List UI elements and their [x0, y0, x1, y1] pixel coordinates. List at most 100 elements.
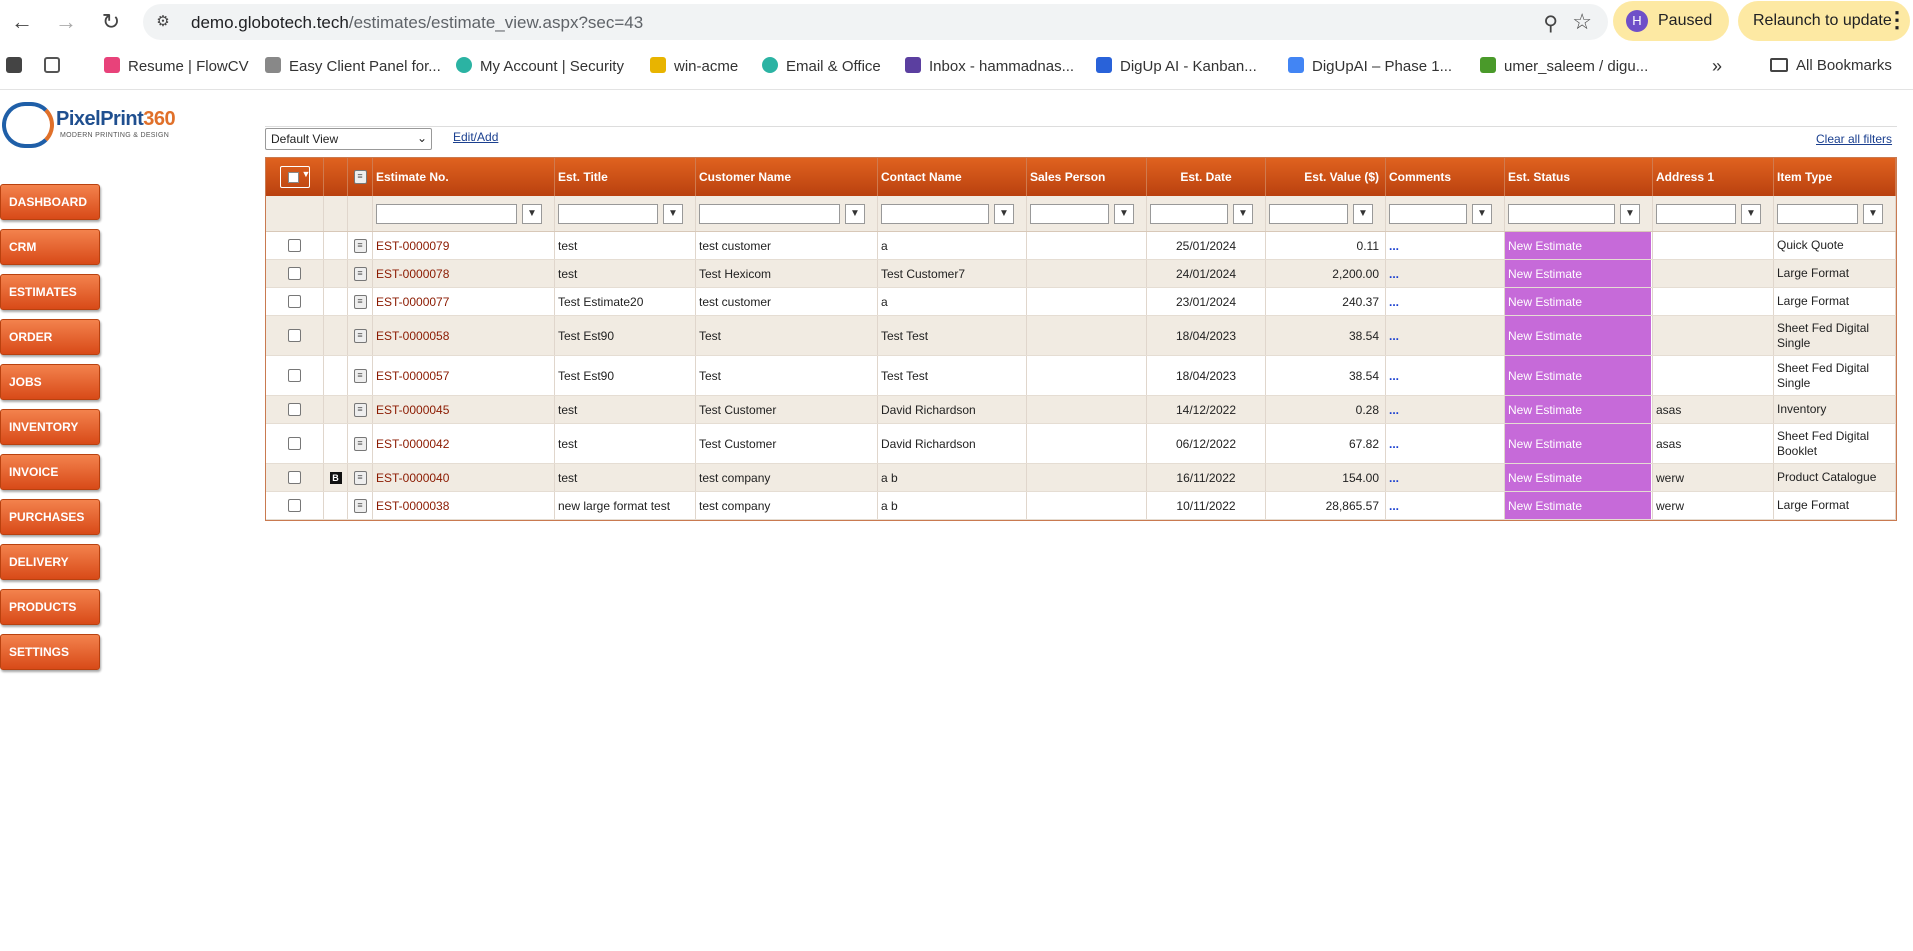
column-header-contact-name[interactable]: Contact Name	[881, 170, 962, 184]
filter-input-address-1[interactable]	[1656, 204, 1736, 224]
profile-button[interactable]: H Paused	[1613, 1, 1729, 41]
zoom-icon[interactable]: ⚲	[1543, 11, 1558, 36]
site-info-icon[interactable]: ⚙	[153, 12, 173, 32]
table-row[interactable]: ≡ EST-0000042 test Test Customer David Richa…	[266, 424, 1896, 464]
filter-icon[interactable]: ▼	[1472, 204, 1492, 224]
select-all-dropdown[interactable]: ▼	[279, 166, 310, 188]
reload-icon[interactable]: ↻	[97, 8, 125, 36]
estimate-link[interactable]: EST-0000079	[376, 239, 449, 253]
filter-icon[interactable]: ▼	[1741, 204, 1761, 224]
comments-link[interactable]: ...	[1389, 369, 1399, 383]
company-logo[interactable]: PixelPrint360 MODERN PRINTING & DESIGN	[2, 102, 178, 148]
clear-filters-link[interactable]: Clear all filters	[1816, 132, 1892, 146]
bookmark-security[interactable]: My Account | Security	[456, 57, 624, 75]
filter-icon[interactable]: ▼	[1353, 204, 1373, 224]
filter-icon[interactable]: ▼	[663, 204, 683, 224]
document-icon[interactable]: ≡	[353, 266, 367, 281]
bookmark-digup-kanban[interactable]: DigUp AI - Kanban...	[1096, 57, 1257, 75]
address-bar[interactable]: ⚙ demo.globotech.tech/estimates/estimate…	[143, 4, 1608, 40]
table-row[interactable]: ≡ EST-0000077 Test Estimate20 test customer…	[266, 288, 1896, 316]
row-checkbox[interactable]	[288, 471, 301, 484]
filter-icon[interactable]: ▼	[1233, 204, 1253, 224]
filter-input-est-title[interactable]	[558, 204, 658, 224]
filter-icon[interactable]: ▼	[1620, 204, 1640, 224]
estimate-link[interactable]: EST-0000077	[376, 295, 449, 309]
bookmark-email-office[interactable]: Email & Office	[762, 57, 881, 75]
nav-crm[interactable]: CRM	[0, 229, 100, 265]
filter-input-comments[interactable]	[1389, 204, 1467, 224]
bookmark-inbox[interactable]: Inbox - hammadnas...	[905, 57, 1074, 75]
estimate-link[interactable]: EST-0000042	[376, 437, 449, 451]
comments-link[interactable]: ...	[1389, 267, 1399, 281]
comments-link[interactable]: ...	[1389, 329, 1399, 343]
row-checkbox[interactable]	[288, 437, 301, 450]
estimate-link[interactable]: EST-0000058	[376, 329, 449, 343]
filter-input-contact-name[interactable]	[881, 204, 989, 224]
nav-products[interactable]: PRODUCTS	[0, 589, 100, 625]
table-row[interactable]: ≡ EST-0000078 test Test Hexicom Test Custome…	[266, 260, 1896, 288]
bookmark-umer[interactable]: umer_saleem / digu...	[1480, 57, 1648, 75]
column-header-customer-name[interactable]: Customer Name	[699, 170, 791, 184]
filter-input-customer-name[interactable]	[699, 204, 840, 224]
filter-icon[interactable]: ▼	[845, 204, 865, 224]
forward-icon[interactable]: →	[52, 8, 80, 36]
bookmark-star-icon[interactable]: ☆	[1572, 9, 1592, 35]
view-select[interactable]: Default View ⌄	[265, 128, 432, 150]
filter-input-est-date[interactable]	[1150, 204, 1228, 224]
comments-link[interactable]: ...	[1389, 437, 1399, 451]
filter-icon[interactable]: ▼	[1114, 204, 1134, 224]
filter-input-item-type[interactable]	[1777, 204, 1858, 224]
filter-input-est-status[interactable]	[1508, 204, 1615, 224]
row-checkbox[interactable]	[288, 329, 301, 342]
column-header-estimate-no[interactable]: Estimate No.	[376, 170, 449, 184]
filter-input-estimate-no[interactable]	[376, 204, 517, 224]
column-header-est-date[interactable]: Est. Date	[1180, 170, 1231, 184]
nav-invoice[interactable]: INVOICE	[0, 454, 100, 490]
row-checkbox[interactable]	[288, 267, 301, 280]
row-checkbox[interactable]	[288, 295, 301, 308]
edit-add-link[interactable]: Edit/Add	[453, 130, 498, 144]
table-row[interactable]: ≡ EST-0000079 test test customer a 25/01/2024…	[266, 232, 1896, 260]
filter-icon[interactable]: ▼	[994, 204, 1014, 224]
comments-link[interactable]: ...	[1389, 239, 1399, 253]
filter-icon[interactable]: ▼	[1863, 204, 1883, 224]
estimate-link[interactable]: EST-0000078	[376, 267, 449, 281]
column-header-est-title[interactable]: Est. Title	[558, 170, 608, 184]
filter-input-est-value[interactable]	[1269, 204, 1348, 224]
table-row[interactable]: ≡ EST-0000057 Test Est90 Test Test Test 18/04…	[266, 356, 1896, 396]
document-icon[interactable]: ≡	[353, 238, 367, 253]
menu-dots-icon[interactable]: ⋮	[1886, 7, 1908, 33]
apps-icon[interactable]	[6, 57, 30, 75]
nav-order[interactable]: ORDER	[0, 319, 100, 355]
nav-purchases[interactable]: PURCHASES	[0, 499, 100, 535]
nav-estimates[interactable]: ESTIMATES	[0, 274, 100, 310]
document-icon[interactable]: ≡	[353, 368, 367, 383]
column-header-est-value[interactable]: Est. Value ($)	[1304, 170, 1379, 184]
nav-jobs[interactable]: JOBS	[0, 364, 100, 400]
relaunch-button[interactable]: Relaunch to update ⋮	[1738, 1, 1910, 41]
row-checkbox[interactable]	[288, 403, 301, 416]
nav-delivery[interactable]: DELIVERY	[0, 544, 100, 580]
nav-inventory[interactable]: INVENTORY	[0, 409, 100, 445]
more-bookmarks-icon[interactable]: »	[1712, 56, 1722, 77]
comments-link[interactable]: ...	[1389, 499, 1399, 513]
comments-link[interactable]: ...	[1389, 471, 1399, 485]
estimate-link[interactable]: EST-0000038	[376, 499, 449, 513]
column-header-address-1[interactable]: Address 1	[1656, 170, 1714, 184]
tab-grid-icon[interactable]	[44, 57, 68, 75]
nav-dashboard[interactable]: DASHBOARD	[0, 184, 100, 220]
nav-settings[interactable]: SETTINGS	[0, 634, 100, 670]
estimate-link[interactable]: EST-0000057	[376, 369, 449, 383]
filter-icon[interactable]: ▼	[522, 204, 542, 224]
table-row[interactable]: ≡ EST-0000038 new large format test test co…	[266, 492, 1896, 520]
document-icon[interactable]: ≡	[353, 498, 367, 513]
filter-input-sales-person[interactable]	[1030, 204, 1109, 224]
row-checkbox[interactable]	[288, 369, 301, 382]
bookmark-client-panel[interactable]: Easy Client Panel for...	[265, 57, 441, 75]
table-row[interactable]: B ≡ EST-0000040 test test company a b 16/11/20…	[266, 464, 1896, 492]
document-icon[interactable]: ≡	[353, 294, 367, 309]
document-icon[interactable]: ≡	[353, 402, 367, 417]
column-header-sales-person[interactable]: Sales Person	[1030, 170, 1105, 184]
column-header-est-status[interactable]: Est. Status	[1508, 170, 1570, 184]
document-icon[interactable]: ≡	[353, 470, 367, 485]
